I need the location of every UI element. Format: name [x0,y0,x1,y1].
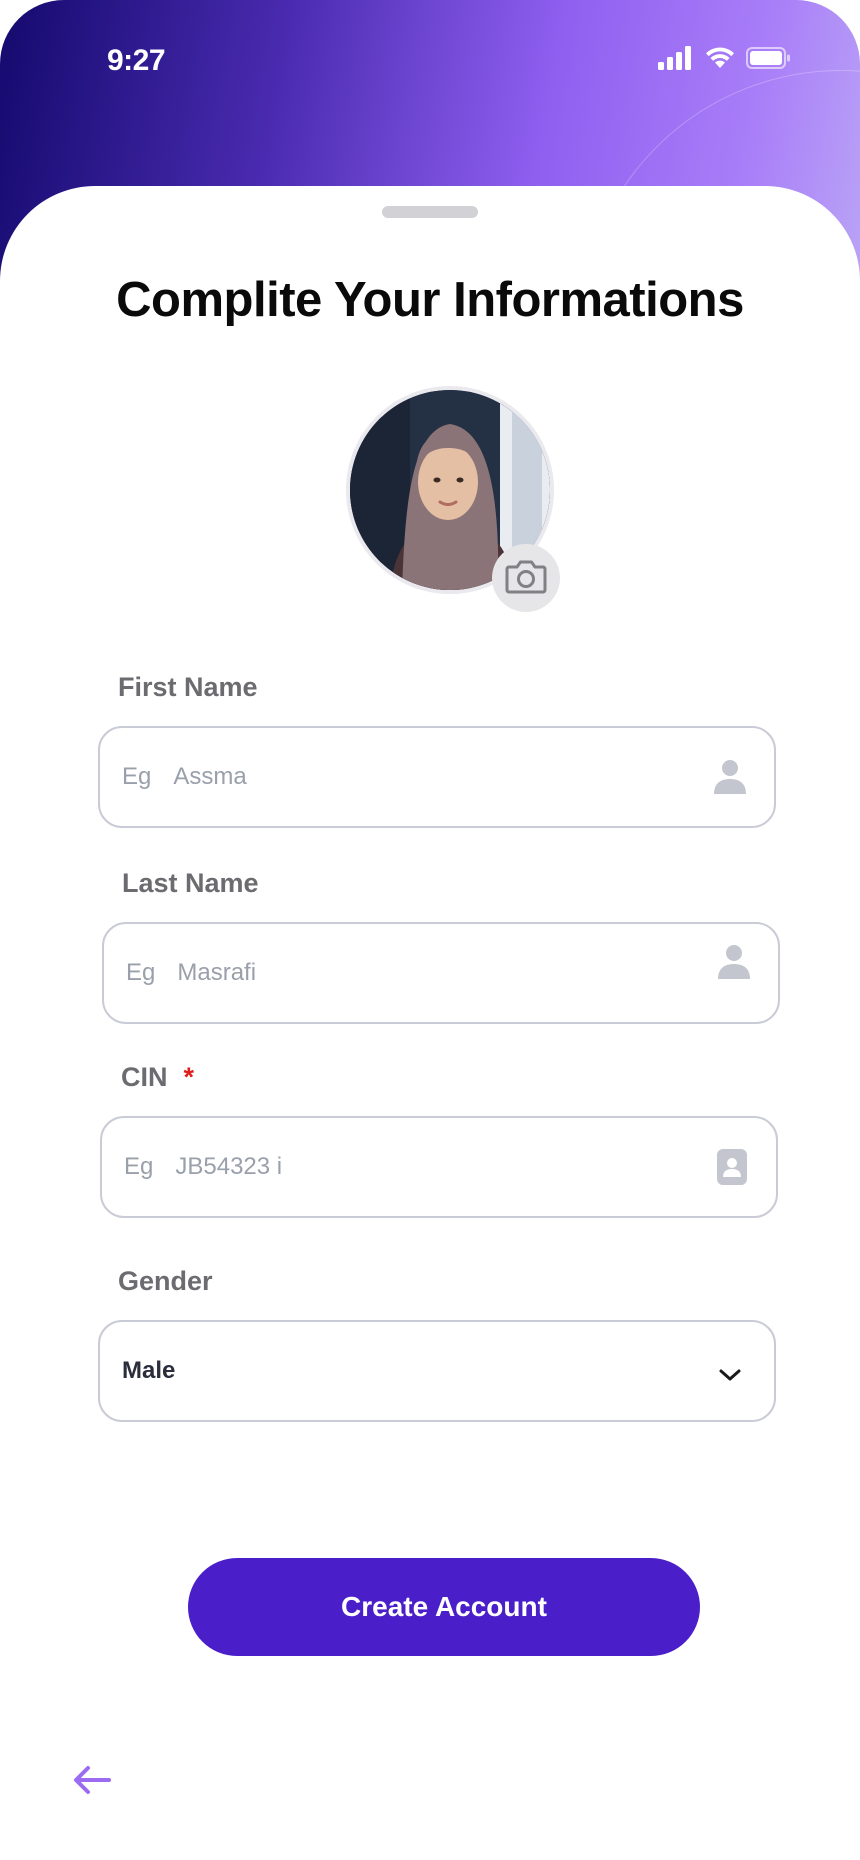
cin-label: CIN [121,1062,168,1092]
last-name-field[interactable]: Eg Masrafi [102,922,780,1024]
screen: 9:27 Complite Your Informations First Na… [0,0,860,1860]
camera-icon [505,558,547,599]
gender-selected-value: Male [122,1357,176,1384]
gender-select[interactable]: Male [98,1320,776,1422]
person-icon [712,759,748,795]
cin-placeholder: JB54323 i [175,1153,283,1180]
person-icon [716,944,752,980]
wifi-icon [704,46,736,75]
cin-field[interactable]: Eg JB54323 i [100,1116,778,1218]
chevron-down-icon [712,1357,748,1393]
battery-icon [746,46,792,75]
first-name-field[interactable]: Eg Assma [98,726,776,828]
gender-label: Gender [118,1266,213,1296]
cin-label-row: CIN * [121,1062,194,1093]
status-icons [658,46,792,75]
cellular-signal-icon [658,46,694,75]
last-name-prefix: Eg [126,959,156,986]
create-account-button[interactable]: Create Account [188,1558,700,1656]
cin-prefix: Eg [124,1153,154,1180]
first-name-prefix: Eg [122,763,152,790]
required-mark: * [183,1062,195,1092]
page-title: Complite Your Informations [116,273,744,327]
id-card-icon [714,1149,750,1185]
last-name-placeholder: Masrafi [177,959,257,986]
change-photo-button[interactable] [492,544,560,612]
status-time: 9:27 [107,44,166,77]
first-name-label: First Name [118,672,258,702]
arrow-left-icon [72,1764,112,1801]
first-name-placeholder: Assma [173,763,247,790]
drag-handle[interactable] [382,206,478,218]
last-name-label: Last Name [122,868,259,898]
back-button[interactable] [70,1760,114,1804]
